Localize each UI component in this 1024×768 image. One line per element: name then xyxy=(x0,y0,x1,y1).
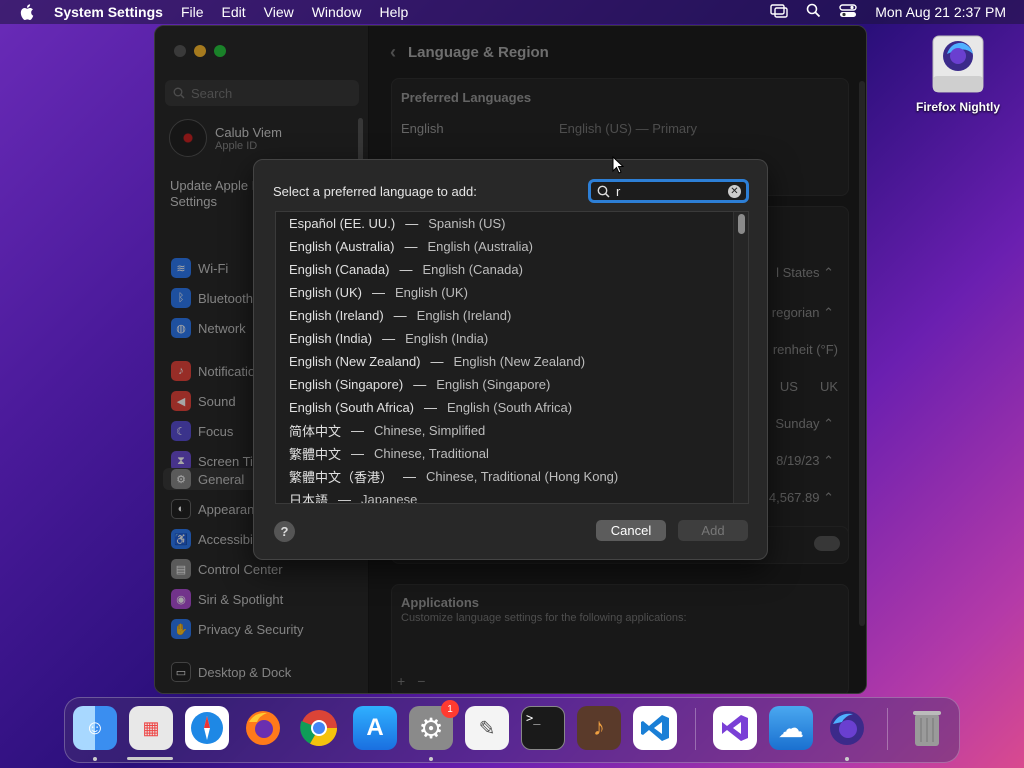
scrollbar-thumb[interactable] xyxy=(738,214,745,234)
trash-icon[interactable] xyxy=(905,706,949,750)
language-row-zh-hans[interactable]: 简体中文 — Chinese, Simplified xyxy=(276,419,748,442)
add-language-sheet: Select a preferred language to add: r ✕ … xyxy=(253,159,768,560)
screen-mirroring-icon[interactable] xyxy=(770,3,788,21)
menu-view[interactable]: View xyxy=(255,4,303,20)
language-row-en-ie[interactable]: English (Ireland) — English (Ireland) xyxy=(276,304,748,327)
menu-edit[interactable]: Edit xyxy=(213,4,255,20)
terminal-icon[interactable]: >_ xyxy=(521,706,565,750)
language-search-value: r xyxy=(616,183,621,199)
language-row-en-za[interactable]: English (South Africa) — English (South Af… xyxy=(276,396,748,419)
search-icon xyxy=(597,185,610,198)
language-row-zh-hk[interactable]: 繁體中文（香港） — Chinese, Traditional (Hong Kong… xyxy=(276,465,748,488)
apple-menu-icon[interactable] xyxy=(14,0,40,24)
running-indicator xyxy=(845,757,849,761)
clear-search-icon[interactable]: ✕ xyxy=(728,185,741,198)
visual-studio-icon[interactable] xyxy=(713,706,757,750)
menu-window[interactable]: Window xyxy=(303,4,371,20)
dock-separator xyxy=(695,708,696,750)
finder-icon[interactable]: ☺ xyxy=(73,706,117,750)
cancel-button[interactable]: Cancel xyxy=(596,520,666,541)
dock: ☺ ▦ A ⚙ 1 ✎ >_ ♪ ☁ xyxy=(64,697,960,763)
running-indicator xyxy=(93,757,97,761)
spotlight-search-icon[interactable] xyxy=(806,3,821,21)
chrome-icon[interactable] xyxy=(297,706,341,750)
sheet-prompt: Select a preferred language to add: xyxy=(273,184,477,199)
add-button[interactable]: Add xyxy=(678,520,748,541)
textedit-icon[interactable]: ✎ xyxy=(465,706,509,750)
language-list-scrollbar[interactable] xyxy=(733,212,748,503)
desktop-icon-label: Firefox Nightly xyxy=(915,100,1000,114)
weather-icon[interactable]: ☁ xyxy=(769,706,813,750)
system-settings-icon[interactable]: ⚙ 1 xyxy=(409,700,459,750)
language-row-en-sg[interactable]: English (Singapore) — English (Singapore) xyxy=(276,373,748,396)
safari-icon[interactable] xyxy=(185,706,229,750)
firefox-icon[interactable] xyxy=(241,706,285,750)
menu-clock[interactable]: Mon Aug 21 2:37 PM xyxy=(875,4,1006,20)
language-row-en-uk[interactable]: English (UK) — English (UK) xyxy=(276,281,748,304)
firefox-nightly-icon[interactable] xyxy=(825,706,869,750)
language-row-zh-hant[interactable]: 繁體中文 — Chinese, Traditional xyxy=(276,442,748,465)
vscode-icon[interactable] xyxy=(633,706,677,750)
language-search-field[interactable]: r ✕ xyxy=(588,179,749,203)
desktop-icon-firefox-nightly[interactable]: Firefox Nightly xyxy=(908,34,1008,114)
launchpad-icon[interactable]: ▦ xyxy=(129,706,173,750)
language-row-es-us[interactable]: Español (EE. UU.) — Spanish (US) xyxy=(276,212,748,235)
language-list[interactable]: Español (EE. UU.) — Spanish (US) English (… xyxy=(275,211,749,504)
mouse-pointer-icon xyxy=(612,155,625,179)
app-store-icon[interactable]: A xyxy=(353,706,397,750)
menu-file[interactable]: File xyxy=(172,4,213,20)
running-indicator xyxy=(429,757,433,761)
notification-badge: 1 xyxy=(441,700,459,718)
language-row-ja[interactable]: 日本語 — Japanese xyxy=(276,488,748,503)
control-center-icon[interactable] xyxy=(839,3,857,21)
menu-help[interactable]: Help xyxy=(371,4,418,20)
firefox-nightly-dmg-icon xyxy=(931,34,985,94)
help-button[interactable]: ? xyxy=(274,521,295,542)
menu-app-name[interactable]: System Settings xyxy=(40,4,172,20)
language-row-en-in[interactable]: English (India) — English (India) xyxy=(276,327,748,350)
dock-separator xyxy=(887,708,888,750)
language-row-en-nz[interactable]: English (New Zealand) — English (New Zeala… xyxy=(276,350,748,373)
language-row-en-ca[interactable]: English (Canada) — English (Canada) xyxy=(276,258,748,281)
garageband-icon[interactable]: ♪ xyxy=(577,706,621,750)
running-indicator xyxy=(127,757,173,760)
menu-bar: System Settings File Edit View Window He… xyxy=(0,0,1024,24)
language-row-en-au[interactable]: English (Australia) — English (Australia) xyxy=(276,235,748,258)
